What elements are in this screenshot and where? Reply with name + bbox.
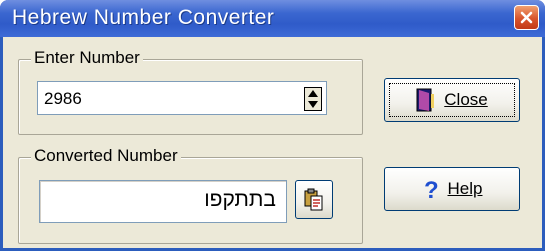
enter-number-label: Enter Number [34, 48, 140, 67]
converted-number-legend: Converted Number [31, 146, 181, 166]
close-window-button[interactable] [514, 5, 539, 30]
close-button[interactable]: Close [384, 78, 520, 122]
svg-text:?: ? [424, 177, 439, 201]
focus-ring [389, 83, 515, 117]
spin-arrows-icon[interactable] [304, 87, 322, 111]
copy-clipboard-icon [304, 188, 323, 210]
enter-number-legend: Enter Number [31, 48, 143, 68]
number-input-value: 2986 [44, 89, 82, 108]
converted-number-value: בתתקפו [204, 188, 276, 211]
copy-button[interactable] [295, 180, 333, 219]
help-button-text: Help [447, 179, 483, 198]
converted-number-field[interactable]: בתתקפו [39, 180, 287, 223]
help-button-label: Help [448, 179, 483, 199]
close-x-icon [520, 11, 533, 24]
help-button[interactable]: ? Help [384, 167, 520, 211]
converted-number-label: Converted Number [34, 146, 178, 165]
converted-number-group: Converted Number בתתקפו [18, 146, 363, 244]
title-bar[interactable]: Hebrew Number Converter [0, 0, 545, 37]
number-spin-input[interactable]: 2986 [37, 81, 327, 115]
app-window: Hebrew Number Converter Enter Number 298… [0, 0, 545, 251]
window-title: Hebrew Number Converter [12, 6, 275, 29]
question-mark-icon: ? [424, 177, 439, 201]
enter-number-group: Enter Number 2986 [18, 48, 363, 135]
